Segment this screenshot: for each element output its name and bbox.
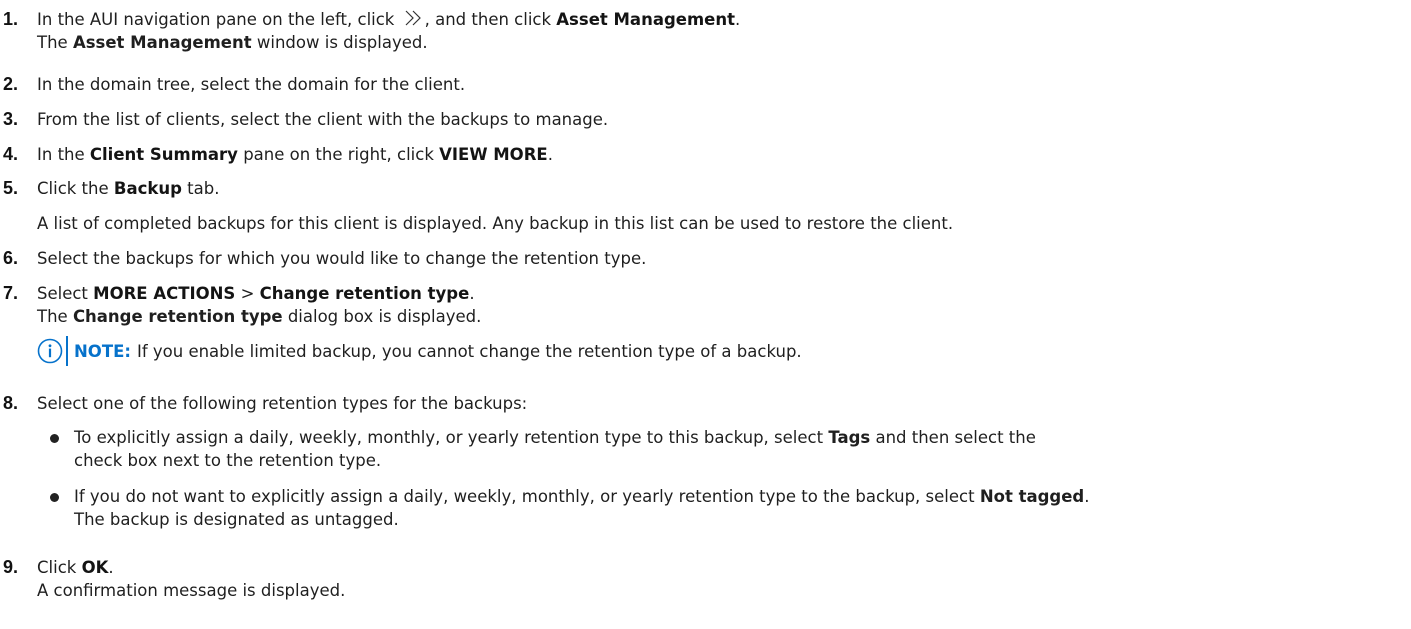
step-instruction: Click OK. [37,558,114,577]
ui-term: Asset Management [556,10,735,29]
step-number: 2. [3,74,19,94]
note-callout: NOTE: If you enable limited backup, you … [37,336,802,366]
double-chevron-right-icon [405,10,421,26]
step-number: 4. [3,144,19,164]
note-text: If you enable limited backup, you cannot… [136,341,802,361]
ui-term: Change retention type [259,284,470,303]
ui-term: OK [81,558,109,577]
step-number: 6. [3,248,19,268]
step-instruction: In the domain tree, select the domain fo… [37,75,466,94]
step-result: A list of completed backups for this cli… [37,214,954,233]
list-item-text-cont: The backup is designated as untagged. [74,510,399,529]
step-number: 3. [3,109,19,129]
list-item-text: To explicitly assign a daily, weekly, mo… [74,428,1036,447]
info-circle-icon [37,338,63,364]
step-instruction: Select MORE ACTIONS > Change retention t… [37,284,475,303]
step-instruction: From the list of clients, select the cli… [37,110,609,129]
ui-term: VIEW MORE [439,145,548,164]
ui-term: Not tagged [979,487,1085,506]
ui-term: Tags [828,428,871,447]
step-result: The Asset Management window is displayed… [37,33,428,52]
step-number: 1. [3,9,19,29]
step-number: 8. [3,393,19,413]
step-number: 9. [3,557,19,577]
step-instruction: In the AUI navigation pane on the left, … [37,10,741,29]
ui-term: Change retention type [72,307,283,326]
step-number: 7. [3,283,19,303]
ui-term: MORE ACTIONS [93,284,236,303]
step-result: A confirmation message is displayed. [37,581,346,600]
step-result: The Change retention type dialog box is … [37,307,482,326]
bullet-icon [50,434,59,443]
step-instruction: In the Client Summary pane on the right,… [37,145,553,164]
bullet-icon [50,493,59,502]
note-label: NOTE: [74,341,131,361]
procedure-document: 1. In the AUI navigation pane on the lef… [0,0,1411,629]
ui-term: Asset Management [72,33,252,52]
step-instruction: Select one of the following retention ty… [37,394,528,413]
list-item-text: If you do not want to explicitly assign … [74,487,1090,506]
list-item-text-cont: check box next to the retention type. [74,451,382,470]
ui-term: Client Summary [89,145,238,164]
step-instruction: Select the backups for which you would l… [37,249,647,268]
note-divider [66,336,68,366]
ui-term: Backup [113,179,182,198]
step-number: 5. [3,178,19,198]
step-instruction: Click the Backup tab. [37,179,220,198]
